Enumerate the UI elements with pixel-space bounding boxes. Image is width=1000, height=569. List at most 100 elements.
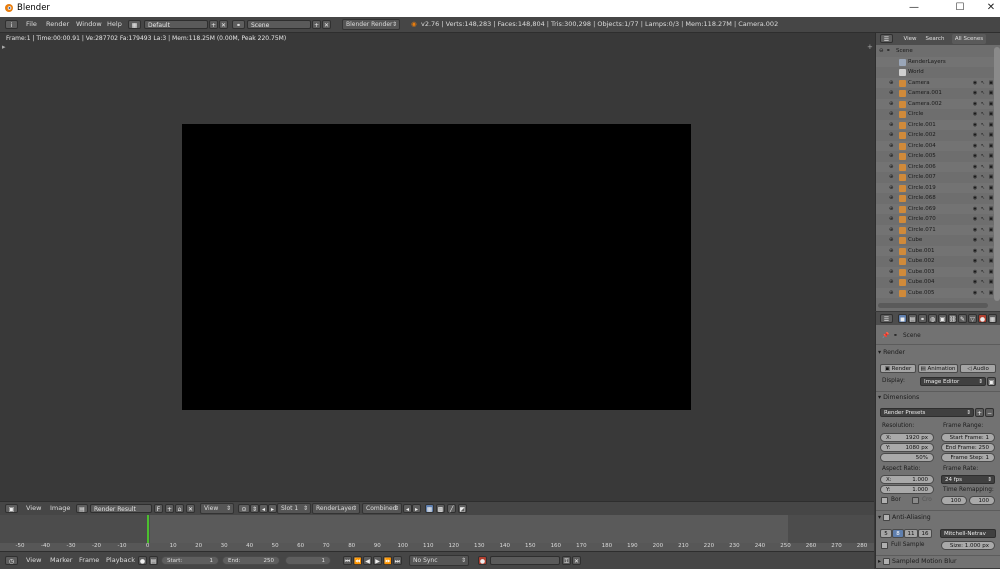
add-scene-icon[interactable]: +	[312, 20, 321, 29]
jump-end-icon[interactable]: ⏭	[393, 556, 402, 565]
border-checkbox[interactable]	[881, 497, 888, 504]
cursor-select-icon[interactable]: ↖	[980, 279, 986, 285]
scene-tab-icon[interactable]: ⚭	[918, 314, 927, 323]
expand-icon[interactable]: ⊕	[889, 120, 894, 131]
editor-type-properties-icon[interactable]: ☰	[880, 314, 893, 323]
display-select[interactable]: Image Editor ⇕	[920, 377, 986, 386]
expand-icon[interactable]: ⊕	[889, 141, 894, 152]
eye-icon[interactable]: ◉	[972, 227, 978, 233]
cursor-select-icon[interactable]: ↖	[980, 153, 986, 159]
cursor-select-icon[interactable]: ↖	[980, 248, 986, 254]
cursor-select-icon[interactable]: ↖	[980, 80, 986, 86]
cursor-select-icon[interactable]: ↖	[980, 101, 986, 107]
eye-icon[interactable]: ◉	[972, 164, 978, 170]
play-reverse-icon[interactable]: ◀	[363, 556, 372, 565]
image-editor-area[interactable]: Frame:1 | Time:00:00.91 | Ve:287702 Fa:1…	[0, 33, 874, 500]
current-frame-field[interactable]: 1	[285, 556, 331, 565]
texture-tab-icon[interactable]: ▦	[988, 314, 997, 323]
draw-channels-icon[interactable]: ▦	[425, 504, 434, 513]
start-frame-field[interactable]: Start Frame: 1	[941, 433, 995, 442]
outliner-item[interactable]: ⊕ Circle.068 ◉ ↖ ▣	[876, 193, 1000, 204]
scene-field[interactable]: Scene	[247, 20, 311, 29]
timeline-area[interactable]: -50 -40 -30 -20 -10 0 10 20 30 40 50 60 70 80 90 100 110…	[0, 515, 874, 551]
expand-icon[interactable]: ⊕	[889, 225, 894, 236]
outliner-item[interactable]: ⊕ Cube ◉ ↖ ▣	[876, 235, 1000, 246]
eye-icon[interactable]: ◉	[972, 185, 978, 191]
outliner-item[interactable]: ⊕ Camera.002 ◉ ↖ ▣	[876, 98, 1000, 109]
editor-type-image-icon[interactable]: ▣	[5, 504, 18, 513]
render-result-image[interactable]	[182, 124, 691, 410]
menu-render[interactable]: Render	[46, 19, 69, 30]
editor-type-outliner-icon[interactable]: ☰	[880, 34, 893, 43]
unlink-image-icon[interactable]: ✕	[186, 504, 195, 513]
eye-icon[interactable]: ◉	[972, 248, 978, 254]
cursor-select-icon[interactable]: ↖	[980, 269, 986, 275]
cursor-select-icon[interactable]: ↖	[980, 206, 986, 212]
cursor-select-icon[interactable]: ↖	[980, 111, 986, 117]
play-icon[interactable]: ▶	[373, 556, 382, 565]
eye-icon[interactable]: ◉	[972, 174, 978, 180]
resolution-x-field[interactable]: X: 1920 px	[880, 433, 934, 442]
expand-icon[interactable]: ⊕	[889, 277, 894, 288]
outliner-item[interactable]: ⊕ Camera ◉ ↖ ▣	[876, 77, 1000, 89]
render-presets-select[interactable]: Render Presets ⇕	[880, 408, 974, 417]
aa-size-field[interactable]: Size: 1.000 px	[941, 541, 995, 550]
eye-icon[interactable]: ◉	[972, 80, 978, 86]
keying-set-field[interactable]	[490, 556, 560, 565]
close-button[interactable]: ✕	[974, 0, 1000, 17]
eye-icon[interactable]: ◉	[972, 279, 978, 285]
cursor-select-icon[interactable]: ↖	[980, 290, 986, 296]
eye-icon[interactable]: ◉	[972, 90, 978, 96]
menu-view[interactable]: View	[26, 503, 41, 514]
remap-new-field[interactable]: 100	[969, 496, 995, 505]
pin-icon[interactable]: 📌	[882, 333, 889, 339]
cursor-select-icon[interactable]: ↖	[980, 90, 986, 96]
outliner-tab-search[interactable]: Search	[923, 34, 947, 44]
resolution-y-field[interactable]: Y: 1080 px	[880, 443, 934, 452]
eye-icon[interactable]: ◉	[972, 206, 978, 212]
cursor-select-icon[interactable]: ↖	[980, 143, 986, 149]
delete-scene-icon[interactable]: ✕	[322, 20, 331, 29]
object-tab-icon[interactable]: ▣	[938, 314, 947, 323]
image-browse-icon[interactable]: ▤	[76, 504, 88, 513]
eye-icon[interactable]: ◉	[972, 122, 978, 128]
outliner-item[interactable]: ⊕ Circle.005 ◉ ↖ ▣	[876, 151, 1000, 162]
minimize-button[interactable]: —	[897, 0, 931, 17]
frame-step-field[interactable]: Frame Step: 1	[941, 453, 995, 462]
sync-mode-select[interactable]: No Sync ⇕	[409, 555, 469, 566]
pivot-icon[interactable]: ⊙	[238, 504, 250, 513]
eye-icon[interactable]: ◉	[972, 237, 978, 243]
aa-samples-8[interactable]: 8	[892, 529, 904, 538]
aa-samples-16[interactable]: 16	[918, 529, 932, 538]
image-name-field[interactable]: Render Result	[90, 504, 152, 513]
outliner-panel[interactable]: ☰ View Search All Scenes ⊖ ⚭ Scene Rende…	[875, 33, 1000, 311]
audio-button[interactable]: ◁ Audio	[960, 364, 996, 373]
eye-icon[interactable]: ◉	[972, 153, 978, 159]
expand-icon[interactable]: ⊕	[889, 172, 894, 183]
sample-line-icon[interactable]: ╱	[447, 504, 456, 513]
menu-help[interactable]: Help	[107, 19, 122, 30]
screen-layout-icon[interactable]: ▦	[128, 20, 141, 29]
render-pass-select[interactable]: Combined ⇕	[362, 503, 402, 514]
jump-keyframe-back-icon[interactable]: ⏪	[353, 556, 362, 565]
material-tab-icon[interactable]: ●	[978, 314, 987, 323]
outliner-item[interactable]: ⊕ Circle.069 ◉ ↖ ▣	[876, 203, 1000, 214]
add-layout-icon[interactable]: +	[209, 20, 218, 29]
motion-blur-checkbox[interactable]	[883, 557, 891, 565]
cursor-select-icon[interactable]: ↖	[980, 258, 986, 264]
render-panel-header[interactable]: ▾ Render	[878, 347, 999, 358]
dimensions-panel-header[interactable]: ▾ Dimensions	[878, 392, 999, 403]
menu-file[interactable]: File	[26, 19, 37, 30]
menu-image[interactable]: Image	[50, 503, 70, 514]
scopes-icon[interactable]: ◩	[458, 504, 467, 513]
expand-icon[interactable]: ⊕	[889, 78, 894, 89]
data-tab-icon[interactable]: ▽	[968, 314, 977, 323]
cursor-select-icon[interactable]: ↖	[980, 185, 986, 191]
delete-keyframe-icon[interactable]: ✕	[572, 556, 581, 565]
outliner-scene-row[interactable]: ⊖ ⚭ Scene	[876, 46, 1000, 57]
animation-button[interactable]: ▤ Animation	[918, 364, 958, 373]
expand-icon[interactable]: ⊕	[889, 214, 894, 225]
outliner-item[interactable]: ⊕ Camera.001 ◉ ↖ ▣	[876, 88, 1000, 99]
cursor-select-icon[interactable]: ↖	[980, 132, 986, 138]
crop-checkbox[interactable]	[912, 497, 919, 504]
